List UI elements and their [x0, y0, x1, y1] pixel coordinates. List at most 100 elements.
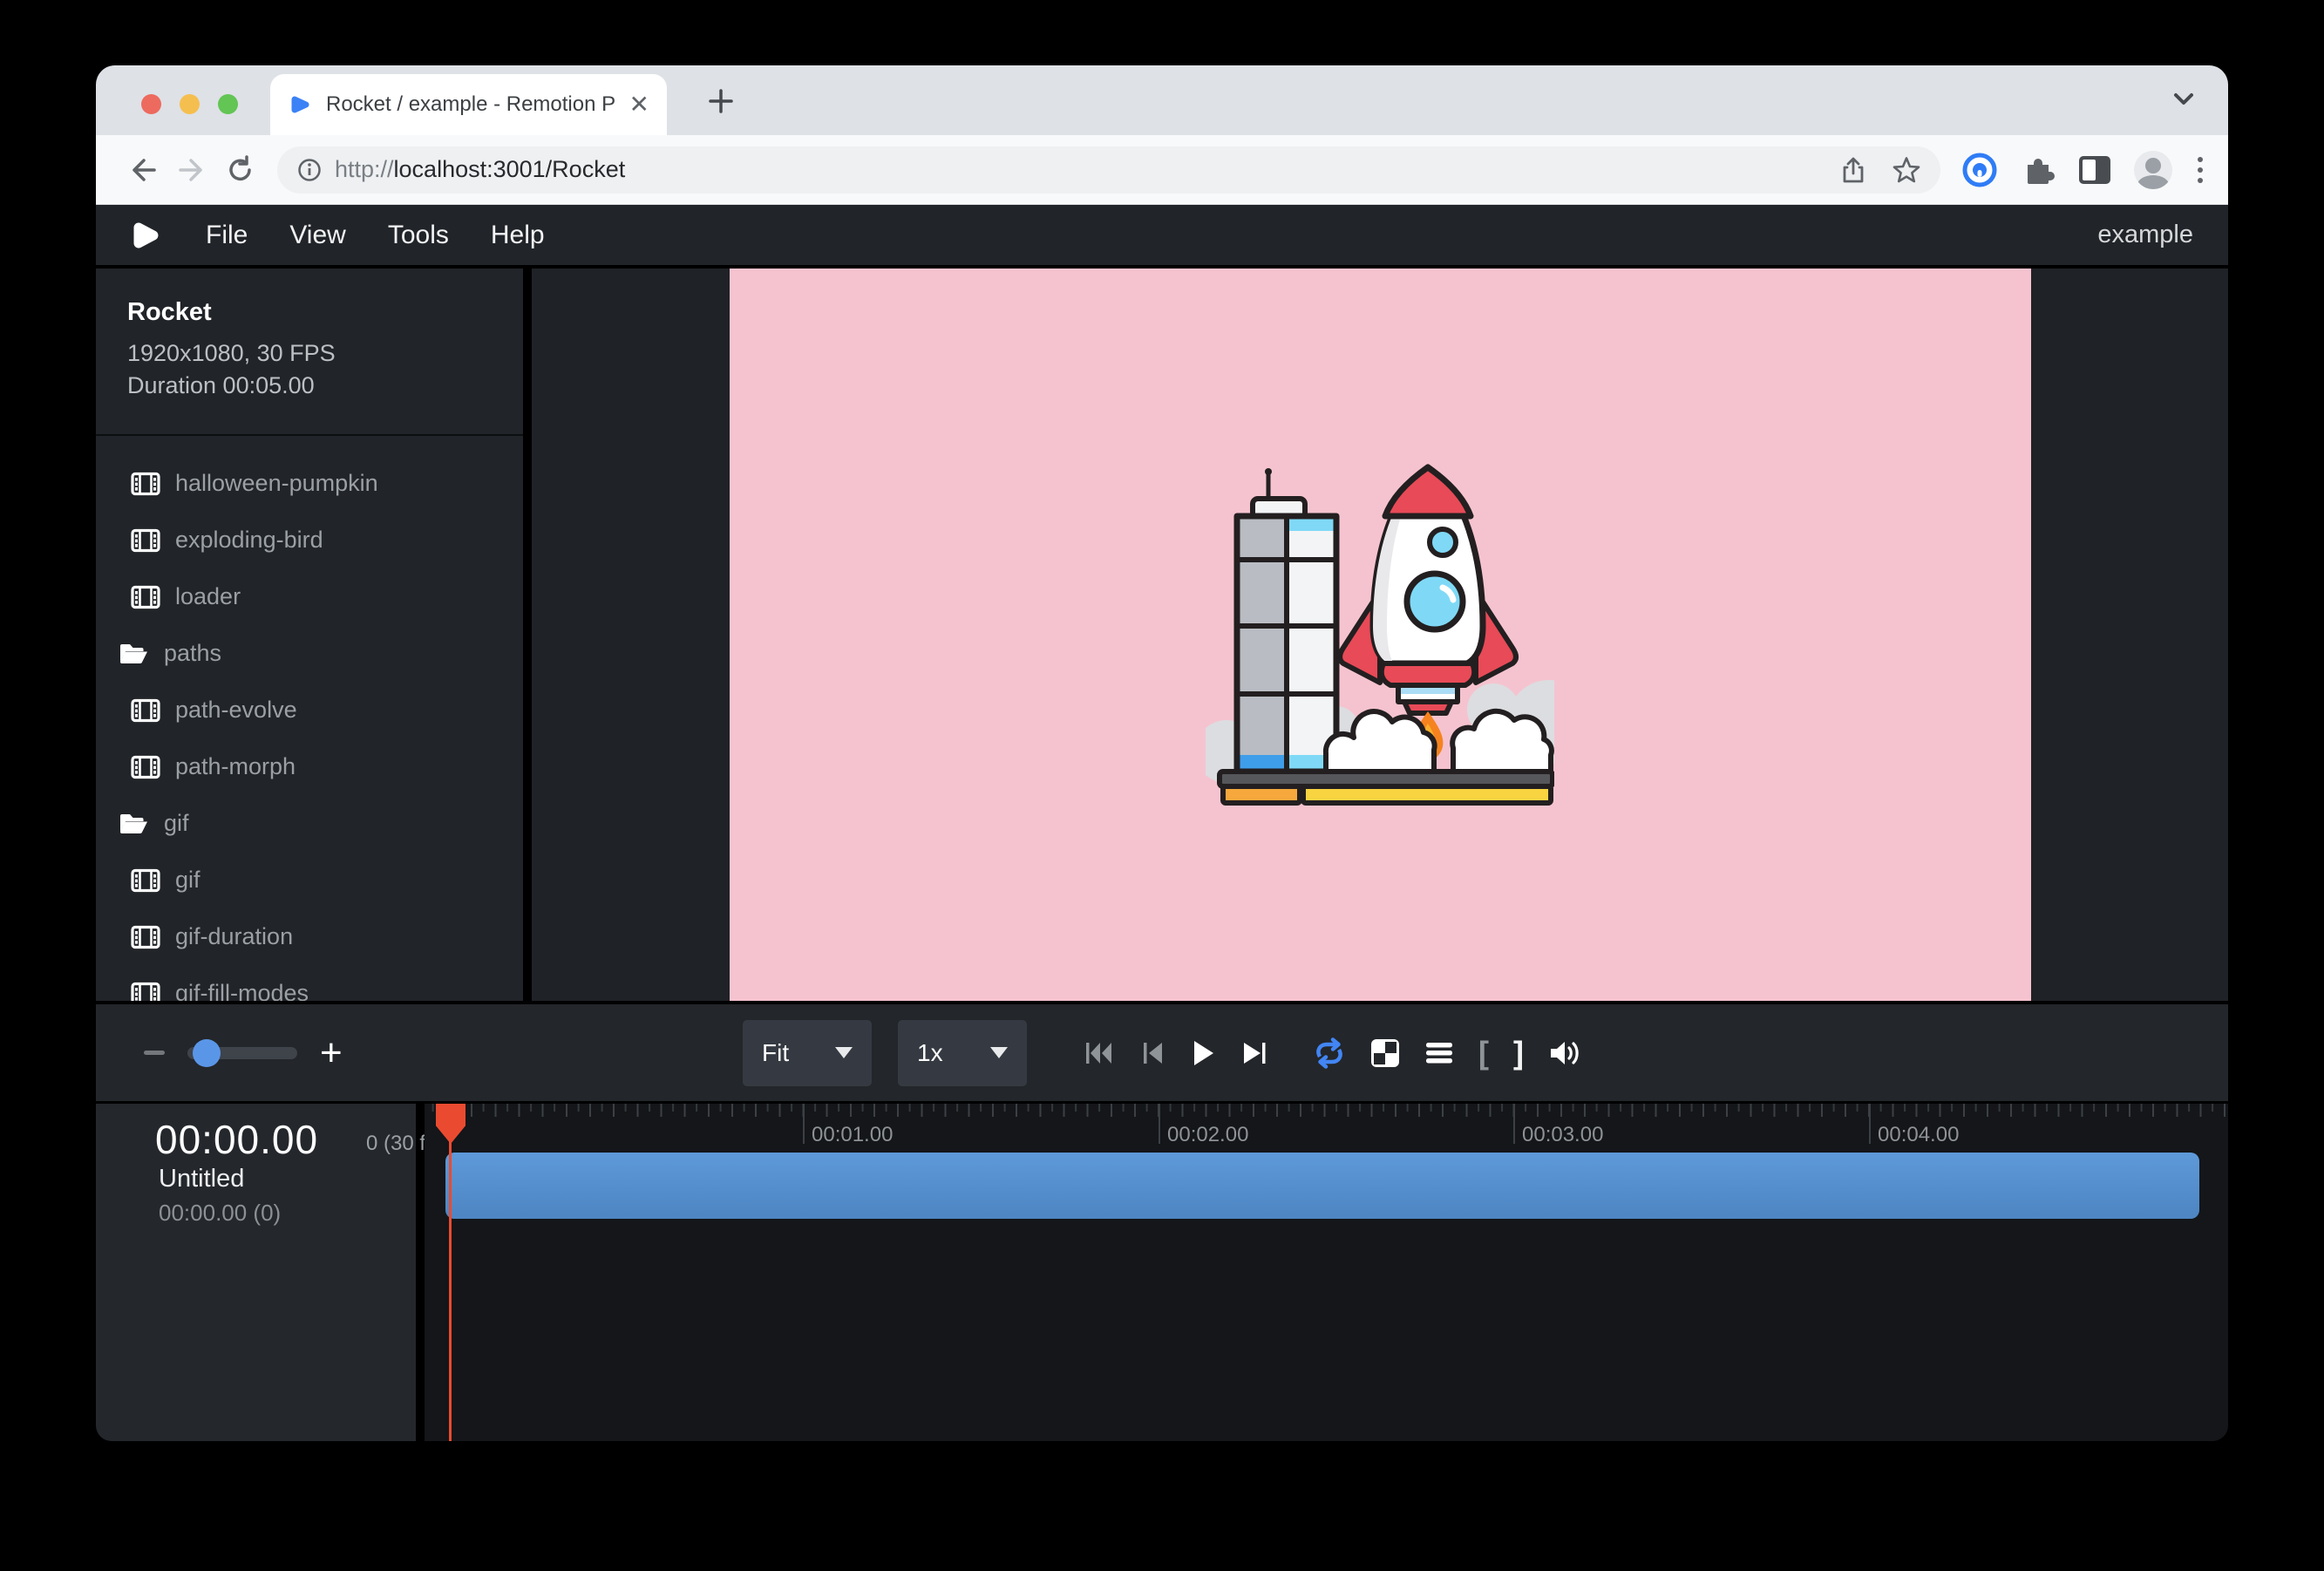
timeline-zoom-in-icon[interactable]: + — [320, 1034, 343, 1072]
film-icon — [131, 868, 160, 893]
timeline-zoom-slider[interactable] — [187, 1047, 297, 1059]
menu-help[interactable]: Help — [491, 221, 545, 250]
volume-icon[interactable] — [1548, 1039, 1581, 1067]
film-icon — [131, 755, 160, 779]
profile-avatar[interactable] — [2134, 151, 2172, 189]
sidebar-composition-item[interactable]: halloween-pumpkin — [96, 455, 523, 512]
menu-view[interactable]: View — [289, 221, 345, 250]
remotion-logo-icon[interactable] — [131, 218, 162, 253]
sidebar-composition-item[interactable]: gif-duration — [96, 908, 523, 965]
traffic-lights — [141, 94, 238, 114]
browser-tab[interactable]: Rocket / example - Remotion P ✕ — [270, 74, 667, 135]
password-manager-icon[interactable] — [1961, 152, 1998, 188]
address-bar[interactable]: http://localhost:3001/Rocket — [277, 146, 1940, 194]
ruler-ticks — [425, 1104, 2228, 1112]
zoom-slider-thumb[interactable] — [193, 1039, 221, 1067]
previous-frame-button[interactable] — [1140, 1040, 1165, 1066]
composition-name: Rocket — [127, 298, 523, 327]
composition-item-label: path-morph — [175, 753, 296, 780]
reload-button[interactable] — [216, 146, 265, 194]
sidebar-folder-item[interactable]: gif — [96, 795, 523, 852]
bookmark-star-icon[interactable] — [1892, 155, 1921, 185]
second-marker — [1513, 1104, 1515, 1144]
film-icon — [131, 528, 160, 553]
url-scheme: http:// — [335, 156, 394, 182]
close-window-button[interactable] — [141, 94, 161, 114]
back-button[interactable] — [119, 146, 167, 194]
sidebar-composition-item[interactable]: exploding-bird — [96, 512, 523, 568]
remotion-menu-bar: File View Tools Help example — [96, 205, 2228, 269]
film-icon — [131, 982, 160, 1002]
browser-menu-kebab-icon[interactable] — [2195, 153, 2205, 187]
sidebar-composition-item[interactable]: gif — [96, 852, 523, 908]
chevron-down-icon — [835, 1047, 853, 1058]
tab-close-icon[interactable]: ✕ — [629, 92, 649, 117]
browser-toolbar: http://localhost:3001/Rocket — [96, 135, 2228, 205]
timeline-track[interactable] — [445, 1153, 2199, 1219]
transparency-checkerboard-icon[interactable] — [1370, 1038, 1400, 1068]
site-info-icon[interactable] — [296, 157, 323, 183]
composition-item-label: gif-fill-modes — [175, 980, 309, 1001]
composition-item-label: exploding-bird — [175, 527, 323, 554]
track-name: Untitled — [159, 1165, 244, 1194]
composition-list: halloween-pumpkin exploding-bird loader … — [96, 436, 523, 1001]
film-icon — [131, 925, 160, 949]
tab-strip: Rocket / example - Remotion P ✕ — [96, 65, 2228, 135]
chevron-down-icon — [990, 1047, 1008, 1058]
rocket-illustration — [1206, 460, 1554, 809]
composition-resolution: 1920x1080, 30 FPS — [127, 337, 523, 370]
folder-item-label: gif — [164, 810, 189, 837]
sidebar-composition-item[interactable]: path-evolve — [96, 682, 523, 738]
menu-tools[interactable]: Tools — [388, 221, 449, 250]
sidebar-composition-item[interactable]: loader — [96, 568, 523, 625]
skip-to-start-button[interactable] — [1084, 1040, 1114, 1066]
remotion-favicon-icon — [288, 92, 312, 117]
film-icon — [131, 472, 160, 496]
share-icon[interactable] — [1839, 156, 1867, 184]
new-tab-button[interactable] — [706, 86, 736, 116]
track-time: 00:00.00 (0) — [159, 1200, 281, 1227]
sidebar-folder-item[interactable]: paths — [96, 625, 523, 682]
composition-item-label: halloween-pumpkin — [175, 470, 378, 497]
timeline-tracks-area[interactable]: 00:01.00 00:02.00 00:03.00 00:04.00 — [425, 1104, 2228, 1441]
timeline-zoom-out-icon[interactable] — [144, 1051, 165, 1055]
set-out-point-icon[interactable]: ] — [1513, 1037, 1524, 1069]
url-path: localhost:3001/Rocket — [394, 156, 626, 182]
composition-duration: Duration 00:05.00 — [127, 370, 523, 402]
forward-button[interactable] — [167, 146, 216, 194]
skip-to-end-button[interactable] — [1241, 1040, 1267, 1066]
playback-speed-value: 1x — [917, 1039, 990, 1067]
compositions-sidebar: Rocket 1920x1080, 30 FPS Duration 00:05.… — [96, 269, 523, 1001]
loop-toggle-icon[interactable] — [1313, 1037, 1346, 1069]
minimize-window-button[interactable] — [180, 94, 200, 114]
play-button[interactable] — [1191, 1039, 1215, 1067]
second-marker — [803, 1104, 805, 1144]
preview-area — [532, 269, 2228, 1001]
composition-item-label: gif-duration — [175, 923, 293, 950]
timeline: 00:00.00 0 (30 fps) Untitled 00:00.00 (0… — [96, 1104, 2228, 1441]
composition-item-label: path-evolve — [175, 697, 297, 724]
zoom-window-button[interactable] — [218, 94, 238, 114]
menu-file[interactable]: File — [206, 221, 248, 250]
sidepanel-toggle-icon[interactable] — [2078, 155, 2111, 185]
set-in-point-icon[interactable]: [ — [1478, 1037, 1489, 1069]
tab-title: Rocket / example - Remotion P — [326, 92, 615, 117]
playback-speed-dropdown[interactable]: 1x — [898, 1020, 1027, 1086]
canvas-size-dropdown[interactable]: Fit — [743, 1020, 872, 1086]
canvas-size-value: Fit — [762, 1039, 835, 1067]
tab-search-chevron-icon[interactable] — [2171, 90, 2197, 109]
environment-label: example — [2097, 221, 2193, 249]
sidebar-composition-item[interactable]: path-morph — [96, 738, 523, 795]
current-time-display: 00:00.00 — [155, 1116, 318, 1163]
url-text: http://localhost:3001/Rocket — [335, 156, 625, 183]
sidebar-composition-item[interactable]: gif-fill-modes — [96, 965, 523, 1001]
rich-timeline-toggle-icon[interactable] — [1424, 1042, 1454, 1064]
composition-canvas[interactable] — [730, 269, 2031, 1001]
second-marker — [1159, 1104, 1160, 1144]
film-icon — [131, 585, 160, 609]
folder-item-label: paths — [164, 640, 221, 667]
extensions-puzzle-icon[interactable] — [2021, 153, 2056, 187]
open-folder-icon — [118, 642, 149, 666]
composition-info: Rocket 1920x1080, 30 FPS Duration 00:05.… — [96, 269, 523, 436]
ruler-label: 00:03.00 — [1522, 1123, 1603, 1147]
